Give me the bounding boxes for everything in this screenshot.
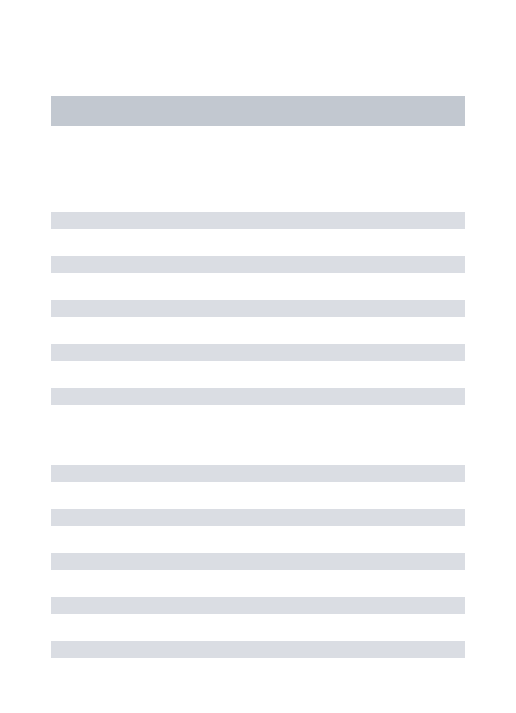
skeleton-header-bar: [51, 96, 465, 126]
skeleton-line: [51, 465, 465, 482]
skeleton-line-group-1: [51, 212, 465, 405]
skeleton-line: [51, 509, 465, 526]
skeleton-line: [51, 553, 465, 570]
skeleton-line: [51, 344, 465, 361]
skeleton-line: [51, 641, 465, 658]
skeleton-line-group-2: [51, 465, 465, 658]
skeleton-line: [51, 388, 465, 405]
skeleton-line: [51, 212, 465, 229]
skeleton-container: [0, 0, 516, 658]
skeleton-line: [51, 256, 465, 273]
skeleton-line: [51, 597, 465, 614]
skeleton-line: [51, 300, 465, 317]
skeleton-group-gap: [51, 405, 465, 465]
